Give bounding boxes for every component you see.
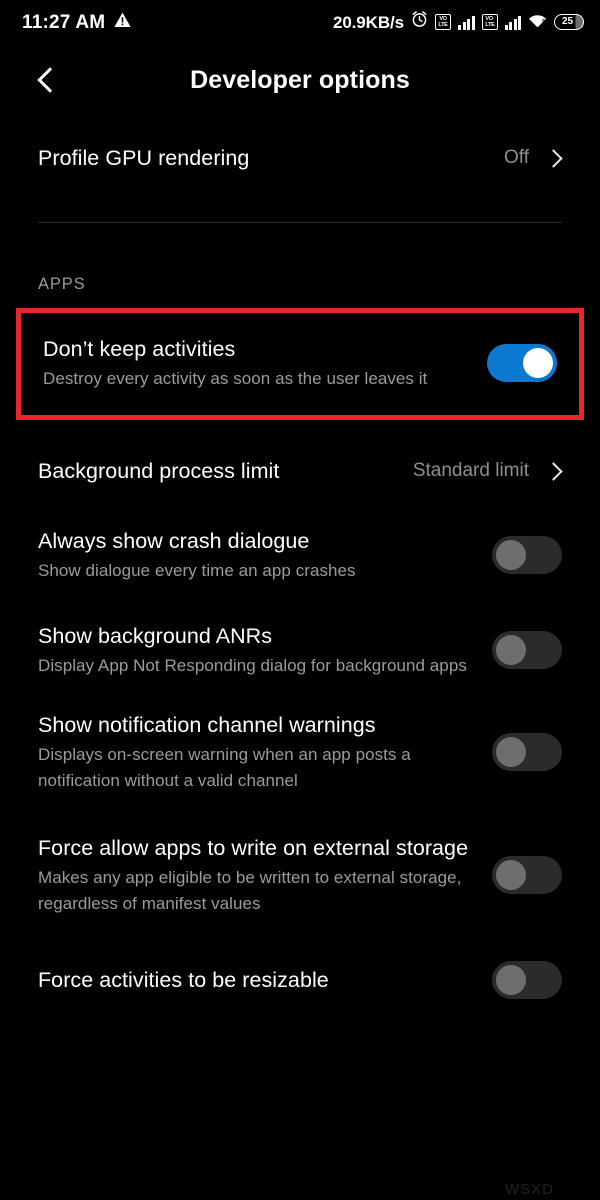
warning-triangle-icon — [114, 12, 131, 33]
setting-row-dont-keep-activities[interactable]: Don’t keep activities Destroy every acti… — [21, 313, 579, 415]
toggle-show-background-anrs[interactable] — [492, 631, 562, 669]
chevron-right-icon — [544, 461, 563, 481]
settings-list: Profile GPU rendering Off APPS Don’t kee… — [0, 116, 600, 1002]
row-text-block: Always show crash dialogue Show dialogue… — [38, 526, 492, 584]
chevron-right-icon — [544, 148, 563, 168]
toggle-force-allow-external-storage[interactable] — [492, 856, 562, 894]
status-bar-clock: 11:27 AM — [22, 11, 106, 33]
app-bar: Developer options — [0, 44, 600, 116]
signal-bars-icon-sim2 — [504, 14, 521, 30]
battery-icon: 25 — [554, 14, 584, 30]
toggle-force-activities-resizable[interactable] — [492, 961, 562, 999]
setting-subtitle: Makes any app eligible to be written to … — [38, 868, 462, 913]
setting-value: Off — [504, 147, 529, 168]
toggle-knob — [496, 737, 526, 767]
row-text-block: Force activities to be resizable — [38, 965, 492, 995]
toggle-knob — [496, 540, 526, 570]
volte-label-lte-2: LTE — [484, 22, 495, 28]
setting-title: Don’t keep activities — [43, 337, 236, 361]
setting-title: Show background ANRs — [38, 624, 273, 648]
watermark-text: WSXD — [505, 1181, 554, 1198]
setting-row-force-activities-resizable[interactable]: Force activities to be resizable — [0, 946, 600, 1002]
toggle-always-show-crash-dialogue[interactable] — [492, 536, 562, 574]
volte-label-vo: VO — [439, 16, 447, 22]
alarm-clock-icon — [411, 11, 428, 33]
setting-title: Show notification channel warnings — [38, 713, 376, 737]
volte-label-vo-2: VO — [485, 16, 494, 22]
status-bar-left: 11:27 AM — [22, 12, 131, 33]
section-header-apps: APPS — [38, 275, 86, 293]
volte-label-lte: LTE — [438, 22, 448, 28]
setting-value: Standard limit — [412, 460, 529, 481]
setting-row-show-notification-channel-warnings[interactable]: Show notification channel warnings Displ… — [0, 700, 600, 804]
wifi-icon — [528, 12, 547, 33]
back-button[interactable] — [28, 58, 72, 102]
setting-title: Always show crash dialogue — [38, 529, 310, 553]
toggle-knob — [496, 860, 526, 890]
page-title: Developer options — [190, 65, 410, 94]
volte-icon-sim2: VO LTE — [481, 14, 498, 30]
setting-title: Force allow apps to write on external st… — [38, 836, 469, 860]
highlight-box-dont-keep-activities: Don’t keep activities Destroy every acti… — [16, 308, 584, 420]
row-text-block: Force allow apps to write on external st… — [38, 833, 492, 917]
setting-subtitle: Show dialogue every time an app crashes — [38, 561, 356, 580]
setting-subtitle: Display App Not Responding dialog for ba… — [38, 656, 467, 675]
row-text-block: Show notification channel warnings Displ… — [38, 710, 492, 794]
setting-row-profile-gpu-rendering[interactable]: Profile GPU rendering Off — [0, 122, 600, 194]
row-text-block: Show background ANRs Display App Not Res… — [38, 621, 492, 679]
status-bar: 11:27 AM 20.9KB/s VO LTE VO LTE 25 — [0, 0, 600, 44]
setting-row-background-process-limit[interactable]: Background process limit Standard limit — [0, 432, 600, 510]
setting-subtitle: Displays on-screen warning when an app p… — [38, 745, 411, 790]
status-bar-right: 20.9KB/s VO LTE VO LTE 25 — [333, 11, 584, 33]
signal-bars-icon-sim1 — [458, 14, 475, 30]
chevron-left-icon — [37, 67, 63, 93]
toggle-knob — [523, 348, 553, 378]
toggle-knob — [496, 635, 526, 665]
setting-title: Force activities to be resizable — [38, 968, 329, 992]
setting-title: Background process limit — [38, 459, 280, 483]
setting-row-always-show-crash-dialogue[interactable]: Always show crash dialogue Show dialogue… — [0, 510, 600, 600]
setting-row-force-allow-external-storage[interactable]: Force allow apps to write on external st… — [0, 804, 600, 946]
network-speed-indicator: 20.9KB/s — [332, 12, 404, 32]
battery-level-label: 25 — [561, 16, 574, 27]
toggle-show-notification-channel-warnings[interactable] — [492, 733, 562, 771]
row-text-block: Background process limit — [38, 456, 413, 486]
setting-title: Profile GPU rendering — [38, 146, 250, 170]
toggle-knob — [496, 965, 526, 995]
row-text-block: Don’t keep activities Destroy every acti… — [43, 334, 487, 392]
row-text-block: Profile GPU rendering — [38, 143, 504, 173]
toggle-dont-keep-activities[interactable] — [487, 344, 557, 382]
setting-subtitle: Destroy every activity as soon as the us… — [43, 369, 428, 388]
volte-icon-sim1: VO LTE — [435, 14, 451, 30]
setting-row-show-background-anrs[interactable]: Show background ANRs Display App Not Res… — [0, 600, 600, 700]
